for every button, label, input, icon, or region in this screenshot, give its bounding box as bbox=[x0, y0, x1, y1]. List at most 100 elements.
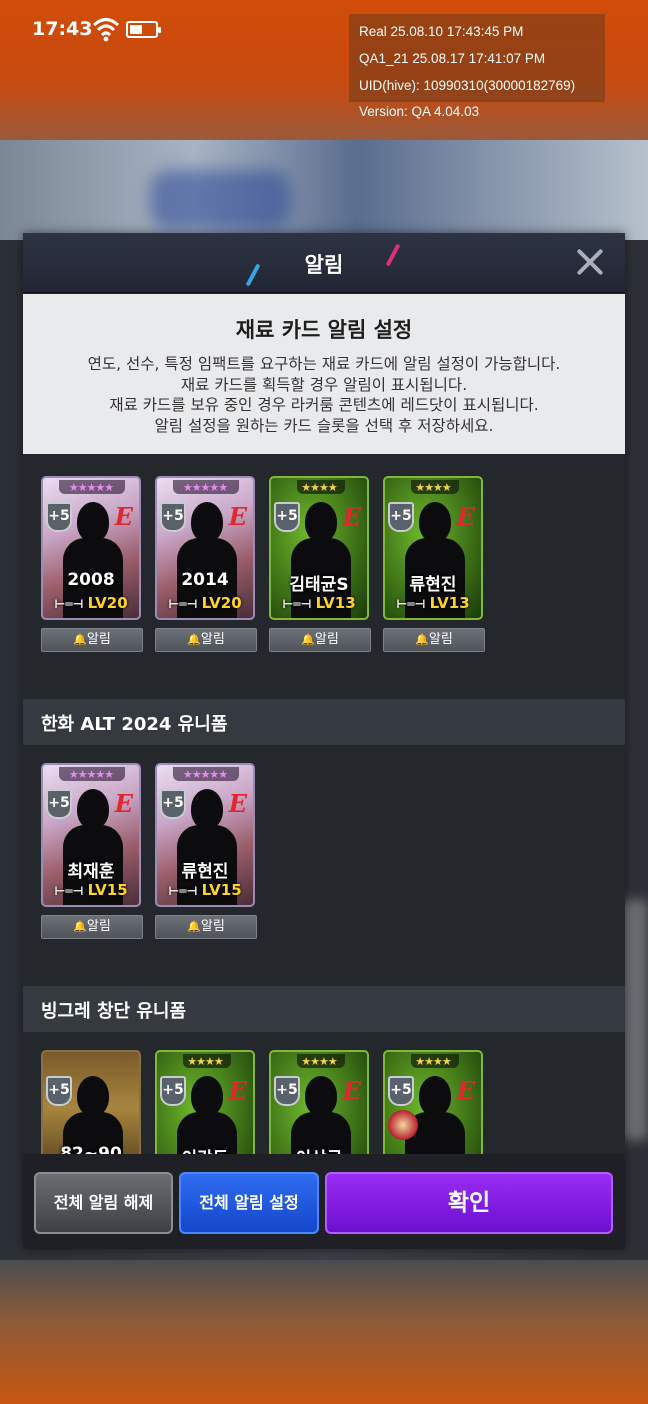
alarm-toggle-button[interactable]: 🔔알림 bbox=[155, 915, 257, 939]
alarm-label: 알림 bbox=[200, 919, 225, 934]
upgrade-badge: +5 bbox=[274, 1076, 300, 1106]
alarm-toggle-button[interactable]: 🔔알림 bbox=[155, 628, 257, 652]
card-slot[interactable]: ★★★★★ +5 E 2014 ⊢═⊣ LV20 🔔알림 bbox=[155, 476, 257, 652]
card-level-text: LV20 bbox=[201, 594, 242, 612]
card-slot[interactable]: ★★★★+5 E 이강돈 bbox=[155, 1050, 257, 1154]
card-level-text: LV15 bbox=[87, 881, 128, 899]
confirm-button[interactable]: 확인 bbox=[325, 1172, 613, 1234]
card-level: ⊢═⊣ LV13 bbox=[271, 594, 367, 612]
card-slot[interactable]: ★★★★ +5 E 류현진 ⊢═⊣ LV13 🔔알림 bbox=[383, 476, 485, 652]
card-slot[interactable]: ★★★★ +5 E 김태균S ⊢═⊣ LV13 🔔알림 bbox=[269, 476, 371, 652]
card-slot[interactable]: ★★★★★ +5 E 최재훈 ⊢═⊣ LV15 🔔알림 bbox=[41, 763, 143, 939]
barbell-icon: ⊢═⊣ bbox=[54, 597, 88, 611]
team-logo-icon: E bbox=[228, 789, 247, 818]
card-slot[interactable]: ★★★★ +5 E bbox=[383, 1050, 485, 1154]
set-all-alarms-button[interactable]: 전체 알림 설정 bbox=[179, 1172, 319, 1234]
card-level-text: LV15 bbox=[201, 881, 242, 899]
card-level: ⊢═⊣ LV20 bbox=[157, 594, 253, 612]
alarm-label: 알림 bbox=[314, 632, 339, 647]
star-rating: ★★★★ bbox=[415, 481, 451, 494]
section-title: 한화 ALT 2024 유니폼 bbox=[23, 699, 625, 745]
player-card[interactable]: ★★★★★ +5 E 2008 ⊢═⊣ LV20 bbox=[41, 476, 141, 620]
alarm-label: 알림 bbox=[86, 919, 111, 934]
player-card[interactable]: ★★★★★ +5 E 류현진 ⊢═⊣ LV15 bbox=[155, 763, 255, 907]
barbell-icon: ⊢═⊣ bbox=[396, 597, 430, 611]
alarm-toggle-button[interactable]: 🔔알림 bbox=[383, 628, 485, 652]
status-time: 17:43 bbox=[32, 18, 93, 40]
player-card[interactable]: ★★★★+5 E 이강돈 bbox=[155, 1050, 255, 1154]
notification-dialog: 알림 재료 카드 알림 설정 연도, 선수, 특정 임팩트를 요구하는 재료 카… bbox=[23, 233, 625, 1249]
card-slot[interactable]: ★★★★★ +5 E 류현진 ⊢═⊣ LV15 🔔알림 bbox=[155, 763, 257, 939]
barbell-icon: ⊢═⊣ bbox=[168, 884, 202, 898]
bell-icon: 🔔 bbox=[73, 633, 87, 646]
info-line: 알림 설정을 원하는 카드 슬롯을 선택 후 저장하세요. bbox=[154, 416, 494, 435]
card-name: 류현진 bbox=[181, 862, 229, 882]
team-logo-icon: E bbox=[228, 502, 247, 531]
team-logo-icon: E bbox=[114, 789, 133, 818]
alarm-label: 알림 bbox=[428, 632, 453, 647]
barbell-icon: ⊢═⊣ bbox=[168, 597, 202, 611]
player-card[interactable]: ★★★★★ +5 E 최재훈 ⊢═⊣ LV15 bbox=[41, 763, 141, 907]
info-line: 연도, 선수, 특정 임팩트를 요구하는 재료 카드에 알림 설정이 가능합니다… bbox=[87, 355, 561, 373]
star-rating: ★★★★ bbox=[415, 1055, 451, 1068]
player-card[interactable]: +5 82~90 bbox=[41, 1050, 141, 1154]
star-rating: ★★★★★ bbox=[68, 768, 114, 781]
bell-icon: 🔔 bbox=[301, 633, 315, 646]
battery-icon bbox=[126, 21, 161, 38]
section-title: 빙그레 창단 유니폼 bbox=[23, 986, 625, 1032]
clear-all-alarms-button[interactable]: 전체 알림 해제 bbox=[34, 1172, 173, 1234]
upgrade-badge: +5 bbox=[388, 502, 414, 532]
player-card[interactable]: ★★★★★ +5 E 2014 ⊢═⊣ LV20 bbox=[155, 476, 255, 620]
player-silhouette bbox=[63, 1070, 123, 1154]
card-level: ⊢═⊣ LV15 bbox=[157, 881, 253, 899]
debug-real-time: Real 25.08.10 17:43:45 PM bbox=[359, 24, 524, 39]
star-rating: ★★★★ bbox=[187, 1055, 223, 1068]
upgrade-badge: +5 bbox=[160, 502, 186, 532]
info-heading: 재료 카드 알림 설정 bbox=[235, 318, 413, 342]
card-slot[interactable]: +5 82~90 bbox=[41, 1050, 143, 1154]
info-line: 재료 카드를 보유 중인 경우 라커룸 콘텐츠에 레드닷이 표시됩니다. bbox=[109, 396, 539, 414]
player-card[interactable]: ★★★★ +5 E 류현진 ⊢═⊣ LV13 bbox=[383, 476, 483, 620]
player-card[interactable]: ★★★★+5 E 이상군 bbox=[269, 1050, 369, 1154]
debug-version: Version: QA 4.04.03 bbox=[359, 104, 480, 119]
card-name: 82~90 bbox=[60, 1144, 122, 1154]
team-logo-icon: E bbox=[114, 502, 133, 531]
card-level: ⊢═⊣ LV20 bbox=[43, 594, 139, 612]
card-list[interactable]: 한화 ALT 2024 유니폼 빙그레 창단 유니폼 ★★★★★ +5 E 2008 ⊢… bbox=[23, 454, 625, 1154]
card-level-text: LV20 bbox=[87, 594, 128, 612]
dialog-title: 알림 bbox=[304, 253, 344, 277]
alarm-toggle-button[interactable]: 🔔알림 bbox=[269, 628, 371, 652]
wifi-icon bbox=[92, 18, 120, 42]
player-card[interactable]: ★★★★ +5 E 김태균S ⊢═⊣ LV13 bbox=[269, 476, 369, 620]
card-level-text: LV13 bbox=[315, 594, 356, 612]
alarm-label: 알림 bbox=[86, 632, 111, 647]
upgrade-badge: +5 bbox=[46, 789, 72, 819]
debug-overlay: Real 25.08.10 17:43:45 PM QA1_21 25.08.1… bbox=[349, 14, 605, 102]
alarm-toggle-button[interactable]: 🔔알림 bbox=[41, 915, 143, 939]
card-name: 최재훈 bbox=[67, 862, 115, 882]
bell-icon: 🔔 bbox=[187, 633, 201, 646]
player-card[interactable]: ★★★★ +5 E bbox=[383, 1050, 483, 1154]
barbell-icon: ⊢═⊣ bbox=[54, 884, 88, 898]
team-logo-icon: E bbox=[456, 1076, 475, 1105]
upgrade-badge: +5 bbox=[46, 1076, 72, 1106]
close-icon[interactable] bbox=[573, 245, 607, 279]
bell-icon: 🔔 bbox=[187, 920, 201, 933]
dialog-footer: 전체 알림 해제 전체 알림 설정 확인 bbox=[23, 1154, 625, 1249]
card-name: 이강돈 bbox=[157, 1144, 253, 1154]
card-level: ⊢═⊣ LV13 bbox=[385, 594, 481, 612]
alarm-toggle-button[interactable]: 🔔알림 bbox=[41, 628, 143, 652]
upgrade-badge: +5 bbox=[388, 1076, 414, 1106]
dialog-header: 알림 bbox=[23, 233, 625, 293]
team-logo-icon: E bbox=[342, 1076, 361, 1105]
team-logo-icon: E bbox=[456, 502, 475, 531]
info-line: 재료 카드를 획득할 경우 알림이 표시됩니다. bbox=[180, 375, 468, 394]
upgrade-badge: +5 bbox=[274, 502, 300, 532]
alarm-label: 알림 bbox=[200, 632, 225, 647]
star-rating: ★★★★ bbox=[301, 481, 337, 494]
card-slot[interactable]: ★★★★+5 E 이상군 bbox=[269, 1050, 371, 1154]
memory-player-badge-icon bbox=[388, 1110, 418, 1140]
card-slot[interactable]: ★★★★★ +5 E 2008 ⊢═⊣ LV20 🔔알림 bbox=[41, 476, 143, 652]
card-name: 이상군 bbox=[271, 1144, 367, 1154]
card-level-text: LV13 bbox=[429, 594, 470, 612]
